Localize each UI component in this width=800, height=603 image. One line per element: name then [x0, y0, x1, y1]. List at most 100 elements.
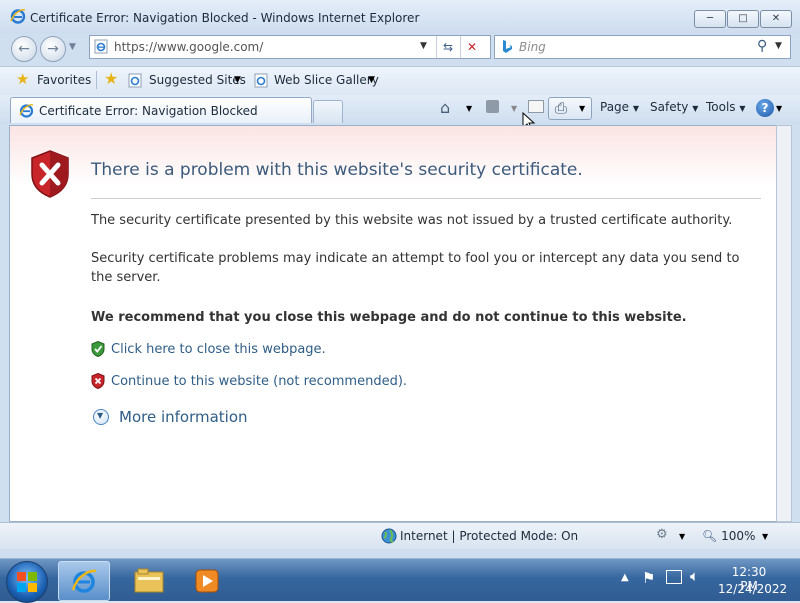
web-slice-gallery-label: Web Slice Gallery	[274, 73, 379, 87]
favorites-button[interactable]: ★ Favorites	[8, 70, 92, 90]
tab-bar: Certificate Error: Navigation Blocked ⌂ …	[0, 95, 800, 123]
tab-label: Certificate Error: Navigation Blocked	[39, 104, 258, 118]
address-input[interactable]: https://www.google.com/	[114, 40, 263, 54]
stop-icon: ✕	[466, 40, 478, 54]
content-area: There is a problem with this website's s…	[9, 125, 778, 522]
taskbar-media-player[interactable]	[184, 561, 234, 599]
chevron-down-icon: ▼	[739, 104, 746, 113]
security-zone-status[interactable]: Internet | Protected Mode: On	[400, 529, 578, 543]
suggested-sites-button[interactable]: Suggested Sites ▼	[128, 70, 248, 90]
divider	[91, 198, 761, 199]
refresh-button[interactable]: ⇆	[436, 36, 459, 58]
address-bar[interactable]: https://www.google.com/ ▼ ⇆ ✕	[89, 35, 491, 59]
page-menu-label: Page	[600, 100, 630, 114]
zoom-control[interactable]: 🔍︎ 100%	[702, 529, 755, 543]
show-hidden-icons-button[interactable]: ▲	[621, 572, 629, 583]
ie-logo-icon	[10, 9, 26, 24]
feeds-icon[interactable]	[486, 100, 499, 113]
action-center-flag-icon[interactable]: ⚑	[642, 569, 655, 587]
close-icon: ✕	[771, 13, 781, 24]
chevron-down-icon: ▼	[692, 104, 699, 113]
continue-website-link[interactable]: Continue to this website (not recommende…	[111, 374, 407, 389]
internet-globe-icon	[381, 528, 397, 544]
forward-arrow-icon: →	[47, 41, 59, 57]
certificate-message: The security certificate presented by th…	[91, 213, 733, 228]
taskbar-internet-explorer[interactable]	[58, 561, 110, 601]
printer-icon: ⎙	[555, 99, 568, 117]
stop-button[interactable]: ✕	[460, 36, 483, 58]
zoom-dropdown[interactable]: ▼	[762, 532, 768, 541]
media-player-icon	[195, 569, 219, 593]
favorites-star-icon: ★	[16, 70, 30, 88]
maximize-icon: □	[738, 13, 748, 24]
volume-muted-icon[interactable]: 🔈︎	[690, 567, 699, 585]
home-dropdown[interactable]: ▼	[466, 104, 472, 113]
security-warning-message: Security certificate problems may indica…	[91, 251, 740, 285]
print-button[interactable]: ⎙ ▼	[548, 97, 592, 120]
bing-logo-icon	[503, 40, 512, 53]
minimize-button[interactable]: ─	[694, 10, 726, 28]
divider	[96, 71, 97, 89]
suggested-sites-label: Suggested Sites	[149, 73, 246, 87]
windows-logo-icon	[17, 572, 37, 592]
feeds-dropdown[interactable]: ▼	[511, 104, 517, 113]
navigation-bar: ← → ▼ https://www.google.com/ ▼ ⇆ ✕ Bing…	[0, 34, 800, 64]
back-arrow-icon: ←	[18, 41, 30, 57]
chevron-down-icon: ▼	[579, 104, 586, 113]
favorites-label: Favorites	[37, 73, 92, 87]
status-bar: Internet | Protected Mode: On ⚙ ▼ 🔍︎ 100…	[0, 522, 800, 549]
folder-icon	[134, 568, 164, 593]
search-box[interactable]: Bing ⚲ ▼	[494, 35, 791, 59]
red-shield-x-icon	[91, 373, 105, 389]
chevron-down-icon: ▼	[679, 532, 686, 541]
page-icon	[94, 39, 108, 54]
new-tab-button[interactable]	[313, 100, 343, 123]
ie-logo-icon	[71, 569, 97, 593]
refresh-icon: ⇆	[442, 40, 454, 54]
search-options-dropdown[interactable]: ▼	[775, 41, 782, 51]
tools-menu[interactable]: Tools ▼	[706, 100, 746, 114]
taskbar-windows-explorer[interactable]	[124, 561, 174, 599]
page-menu[interactable]: Page ▼	[600, 100, 639, 114]
suggested-sites-page-icon	[128, 73, 142, 88]
home-icon[interactable]: ⌂	[440, 98, 450, 117]
ie-window: Certificate Error: Navigation Blocked - …	[0, 0, 800, 558]
close-button[interactable]: ✕	[760, 10, 792, 28]
vertical-scrollbar[interactable]	[776, 125, 792, 522]
add-favorite-icon[interactable]: ★	[104, 69, 118, 88]
green-shield-check-icon	[91, 341, 105, 357]
start-button[interactable]	[6, 561, 48, 603]
zoom-magnifier-icon: 🔍︎	[702, 529, 718, 543]
network-icon[interactable]	[666, 570, 682, 584]
page-title: There is a problem with this website's s…	[91, 160, 583, 180]
safety-menu-label: Safety	[650, 100, 689, 114]
forward-button[interactable]: →	[40, 36, 66, 62]
chevron-down-icon: ▼	[632, 104, 640, 113]
address-dropdown[interactable]: ▼	[420, 41, 427, 51]
favorites-bar: ★ Favorites ★ Suggested Sites ▼ Web Slic…	[0, 66, 800, 95]
search-input[interactable]: Bing	[519, 40, 546, 54]
more-information-link[interactable]: More information	[119, 408, 248, 426]
chevron-down-icon: ▼	[97, 411, 104, 420]
search-icon[interactable]: ⚲	[757, 38, 767, 54]
help-icon[interactable]: ?	[756, 99, 774, 117]
close-webpage-link[interactable]: Click here to close this webpage.	[111, 342, 326, 357]
back-button[interactable]: ←	[11, 36, 37, 62]
minimize-icon: ─	[706, 13, 714, 24]
web-slice-gallery-button[interactable]: Web Slice Gallery ▼	[254, 70, 379, 90]
safety-menu[interactable]: Safety ▼	[650, 100, 698, 114]
taskbar: ▲ ⚑ 🔈︎	[0, 558, 800, 603]
tab-certificate-error[interactable]: Certificate Error: Navigation Blocked	[10, 97, 312, 123]
chevron-down-icon: ▼	[368, 75, 375, 85]
window-title: Certificate Error: Navigation Blocked - …	[30, 11, 420, 25]
help-dropdown[interactable]: ▼	[776, 104, 782, 113]
ie-logo-icon	[19, 104, 34, 118]
title-bar: Certificate Error: Navigation Blocked - …	[0, 0, 800, 34]
tools-menu-label: Tools	[706, 100, 736, 114]
pop-up-blocker-icon[interactable]: ⚙	[656, 527, 668, 542]
expand-circle-icon[interactable]: ▼	[93, 409, 109, 425]
maximize-button[interactable]: □	[727, 10, 759, 28]
recent-pages-dropdown[interactable]: ▼	[69, 42, 76, 52]
clock-date[interactable]: 12/24/2022	[718, 582, 787, 596]
chevron-down-icon: ▼	[234, 75, 241, 85]
